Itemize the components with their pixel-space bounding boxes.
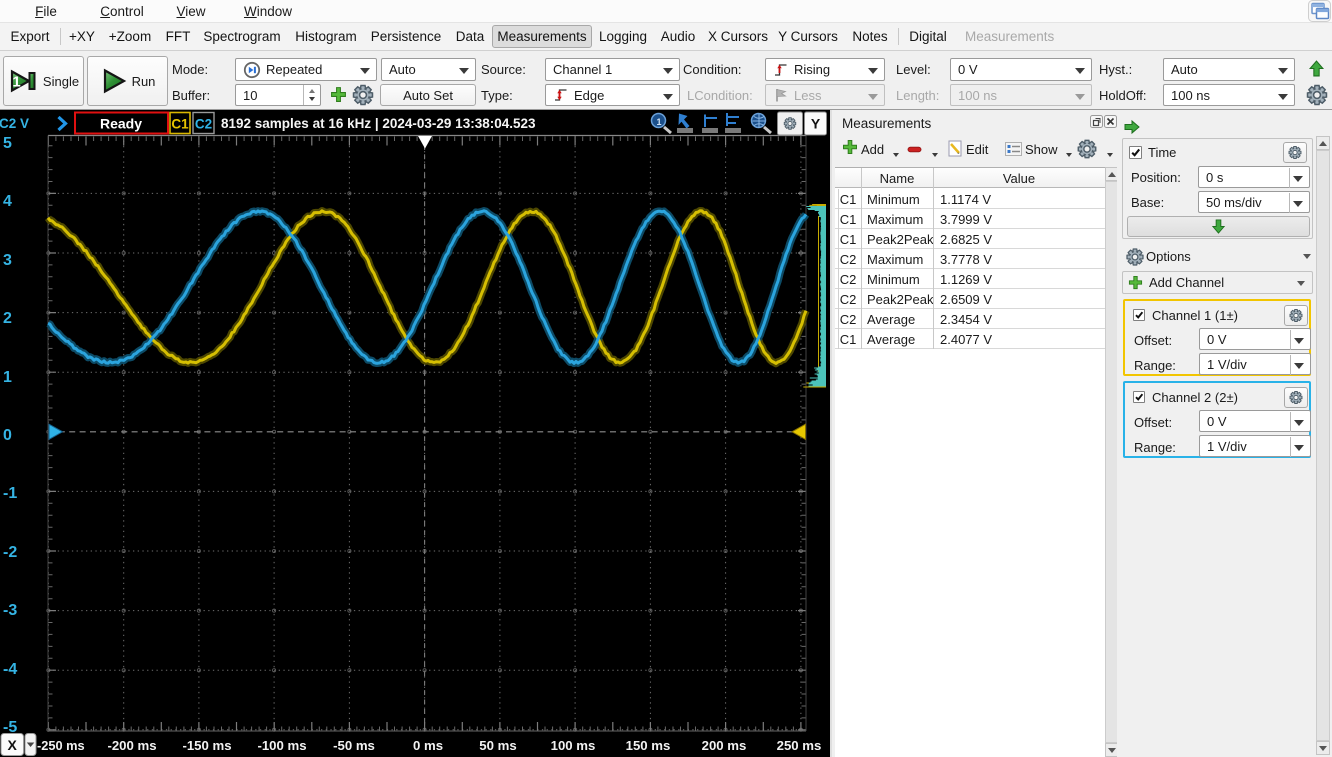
svg-text:1: 1 (656, 117, 661, 127)
svg-text:50 ms: 50 ms (479, 738, 516, 753)
svg-text:C1: C1 (171, 117, 189, 132)
svg-text:1: 1 (3, 369, 12, 386)
svg-text:8192 samples at 16 kHz | 2024-: 8192 samples at 16 kHz | 2024-03-29 13:3… (221, 116, 536, 131)
svg-text:0 ms: 0 ms (413, 738, 443, 753)
svg-text:-200 ms: -200 ms (107, 738, 156, 753)
svg-text:C2: C2 (195, 117, 212, 132)
svg-text:-50 ms: -50 ms (333, 738, 375, 753)
svg-text:C2 V: C2 V (0, 116, 29, 131)
svg-text:Ready: Ready (100, 116, 142, 132)
svg-text:-150 ms: -150 ms (182, 738, 231, 753)
svg-text:X: X (8, 737, 18, 753)
svg-text:4: 4 (3, 193, 12, 210)
svg-text:-4: -4 (3, 661, 17, 678)
svg-text:-250 ms: -250 ms (37, 738, 85, 753)
svg-text:-100 ms: -100 ms (257, 738, 306, 753)
svg-text:-1: -1 (3, 485, 17, 502)
svg-text:250 ms: 250 ms (777, 738, 822, 753)
svg-text:2: 2 (3, 310, 12, 327)
svg-text:200 ms: 200 ms (702, 738, 747, 753)
svg-text:5: 5 (3, 135, 12, 152)
svg-text:1: 1 (12, 74, 20, 91)
svg-text:3: 3 (3, 252, 12, 269)
svg-text:-3: -3 (3, 602, 17, 619)
svg-text:Y: Y (811, 116, 821, 132)
svg-text:0: 0 (3, 427, 12, 444)
svg-text:150 ms: 150 ms (626, 738, 671, 753)
svg-text:100 ms: 100 ms (551, 738, 596, 753)
svg-text:-2: -2 (3, 544, 17, 561)
